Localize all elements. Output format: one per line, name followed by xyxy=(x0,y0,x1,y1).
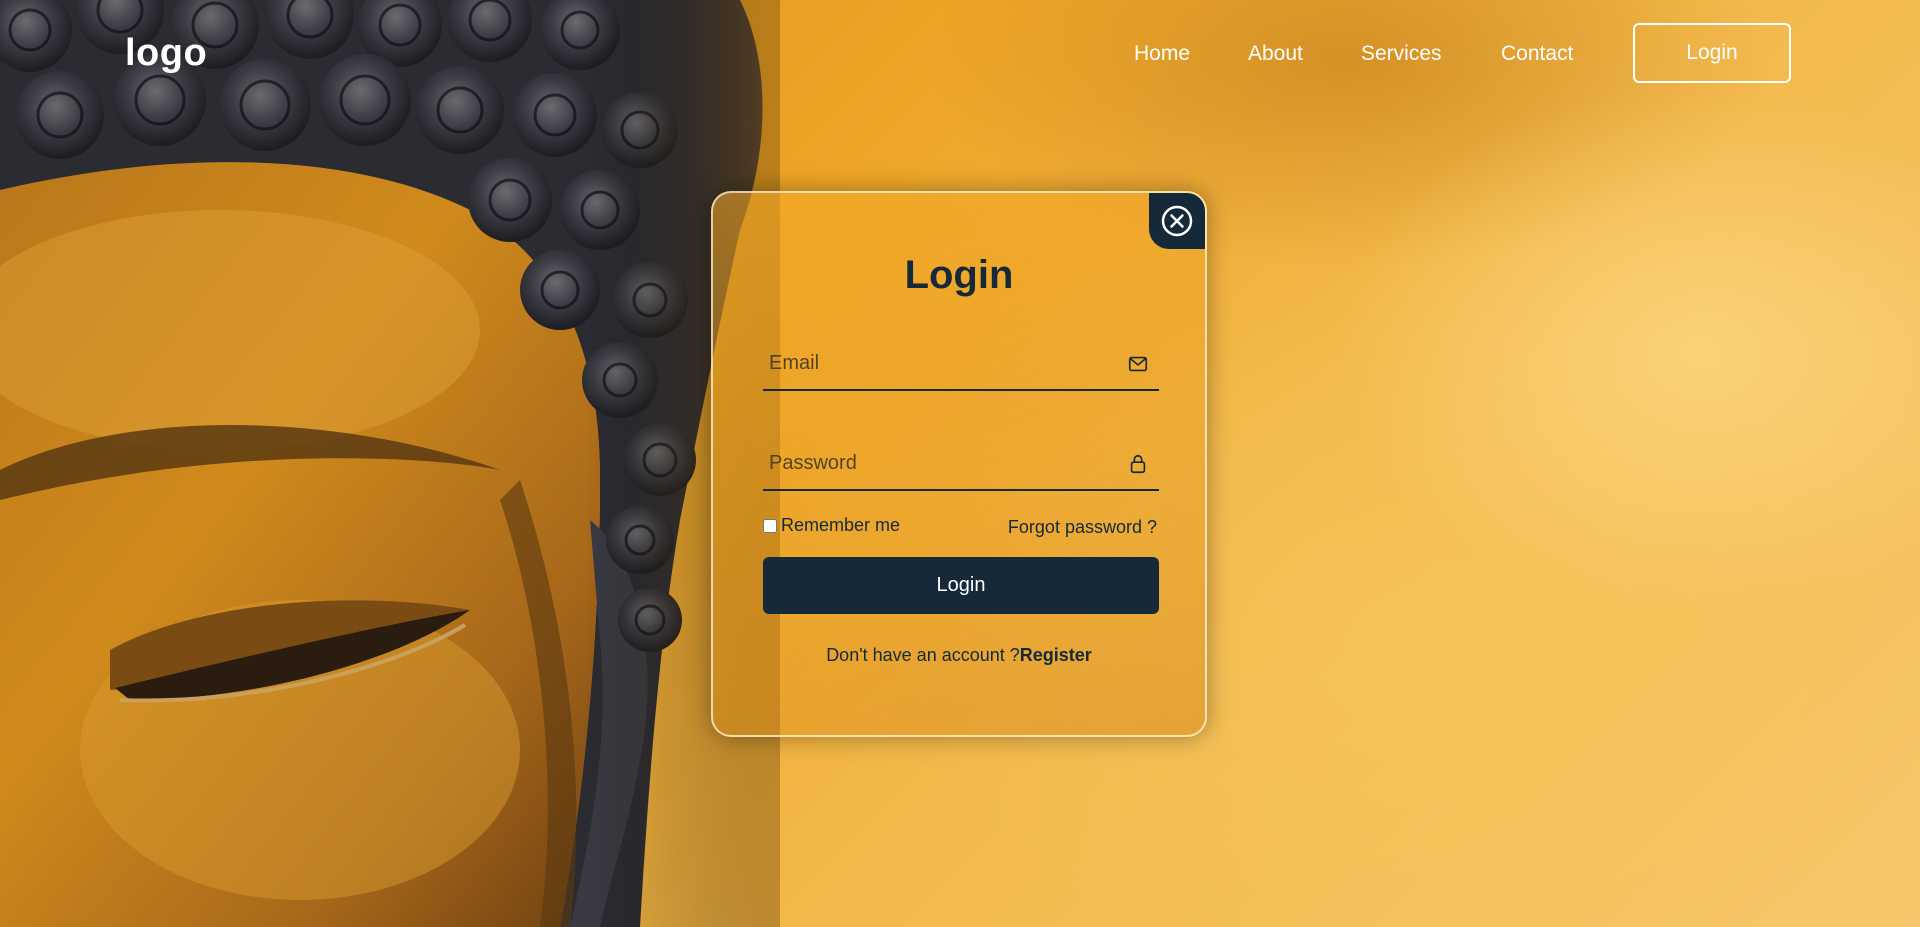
password-field xyxy=(763,439,1159,491)
nav-services-link[interactable]: Services xyxy=(1361,42,1442,66)
nav-login-button[interactable]: Login xyxy=(1633,23,1791,83)
email-field xyxy=(763,339,1159,391)
password-input[interactable] xyxy=(763,439,1103,487)
forgot-password-link[interactable]: Forgot password ? xyxy=(1008,517,1157,538)
nav-about-link[interactable]: About xyxy=(1248,42,1303,66)
register-row: Don't have an account ?Register xyxy=(713,645,1205,666)
logo[interactable]: logo xyxy=(125,32,207,75)
remember-me-checkbox[interactable] xyxy=(763,518,777,533)
login-submit-button[interactable]: Login xyxy=(763,557,1159,614)
close-button[interactable] xyxy=(1149,193,1205,249)
page: logo Home About Services Contact Login L… xyxy=(0,0,1920,927)
close-icon xyxy=(1161,205,1193,237)
login-title: Login xyxy=(904,253,1014,297)
buddha-statue-image xyxy=(0,0,780,927)
login-card: Login Remember me Forgot password ? Logi… xyxy=(711,191,1207,737)
site-header: logo Home About Services Contact Login xyxy=(0,0,1920,110)
lock-icon xyxy=(1130,454,1146,474)
remember-me[interactable]: Remember me xyxy=(763,515,900,536)
remember-me-label: Remember me xyxy=(781,515,901,535)
mail-icon xyxy=(1128,356,1148,372)
nav-contact-link[interactable]: Contact xyxy=(1501,42,1573,66)
register-prompt: Don't have an account ? xyxy=(826,645,1020,665)
email-input[interactable] xyxy=(763,339,1103,387)
register-link[interactable]: Register xyxy=(1020,645,1092,665)
nav-home-link[interactable]: Home xyxy=(1134,42,1190,66)
